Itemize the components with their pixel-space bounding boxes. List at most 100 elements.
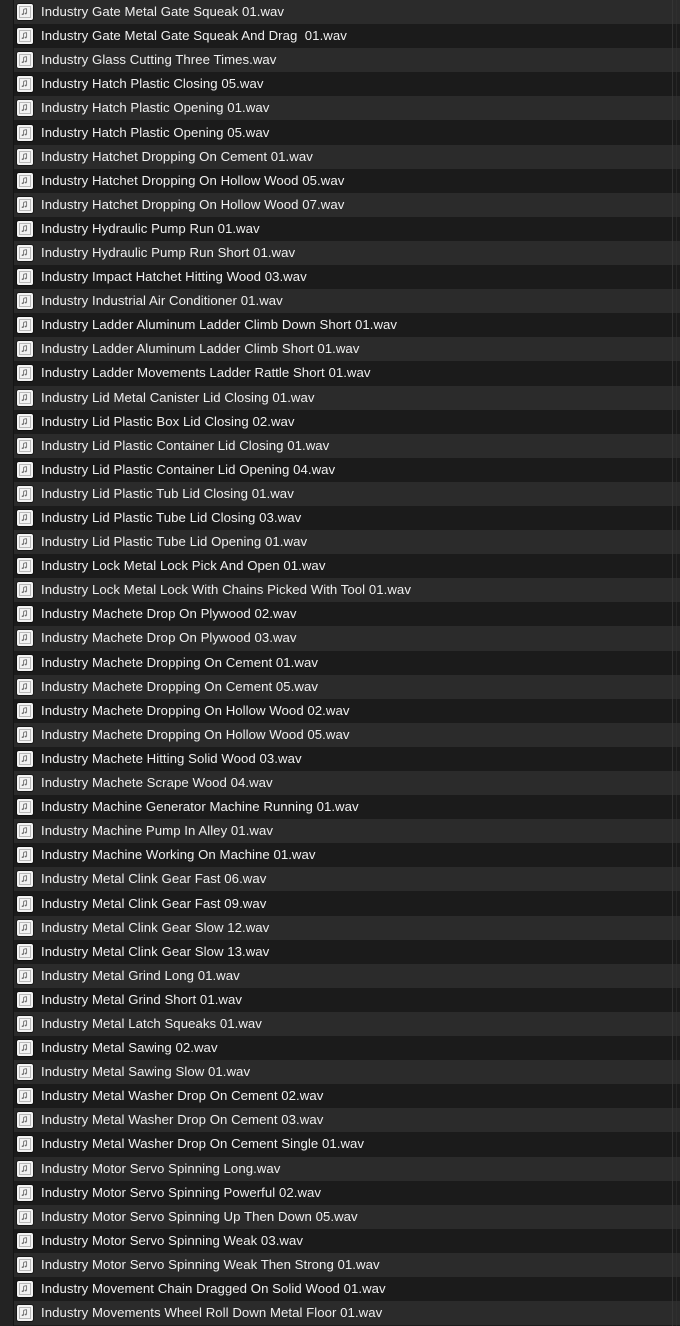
file-list-item[interactable]: Industry Metal Washer Drop On Cement 02.… bbox=[0, 1084, 680, 1109]
music-note-file-icon bbox=[17, 341, 33, 358]
file-list-item[interactable]: Industry Ladder Movements Ladder Rattle … bbox=[0, 361, 680, 386]
file-name-label: Industry Ladder Movements Ladder Rattle … bbox=[41, 365, 371, 381]
file-list-item[interactable]: Industry Lid Plastic Tube Lid Closing 03… bbox=[0, 505, 680, 531]
file-list-item[interactable]: Industry Movements Wheel Roll Down Metal… bbox=[0, 1301, 680, 1326]
file-list-item[interactable]: Industry Machete Scrape Wood 04.wav bbox=[0, 771, 680, 796]
music-note-file-icon bbox=[17, 4, 33, 21]
file-list-item[interactable]: Industry Metal Grind Long 01.wav bbox=[0, 963, 680, 988]
file-list-item[interactable]: Industry Hatchet Dropping On Hollow Wood… bbox=[0, 192, 680, 217]
music-note-file-icon bbox=[17, 895, 33, 912]
file-list-item[interactable]: Industry Gate Metal Gate Squeak 01.wav bbox=[0, 0, 680, 25]
music-note-file-icon bbox=[17, 510, 33, 527]
file-list-item[interactable]: Industry Metal Clink Gear Fast 09.wav bbox=[0, 891, 680, 916]
file-list-item[interactable]: Industry Motor Servo Spinning Weak 03.wa… bbox=[0, 1228, 680, 1253]
file-list-item[interactable]: Industry Machine Working On Machine 01.w… bbox=[0, 843, 680, 868]
music-note-file-icon bbox=[17, 967, 33, 984]
music-note-file-icon bbox=[17, 726, 33, 743]
music-note-file-icon bbox=[17, 52, 33, 69]
file-list-item[interactable]: Industry Ladder Aluminum Ladder Climb Sh… bbox=[0, 337, 680, 362]
file-list-item[interactable]: Industry Lock Metal Lock Pick And Open 0… bbox=[0, 554, 680, 579]
music-note-file-icon bbox=[17, 196, 33, 213]
file-list-item[interactable]: Industry Hydraulic Pump Run Short 01.wav bbox=[0, 240, 680, 266]
file-list-item[interactable]: Industry Metal Washer Drop On Cement 03.… bbox=[0, 1108, 680, 1133]
file-name-label: Industry Motor Servo Spinning Powerful 0… bbox=[41, 1184, 322, 1200]
music-note-file-icon bbox=[17, 1136, 33, 1153]
file-list-item[interactable]: Industry Lid Plastic Container Lid Openi… bbox=[0, 457, 680, 482]
file-name-label: Industry Lid Plastic Tube Lid Closing 03… bbox=[41, 510, 302, 526]
file-list-item[interactable]: Industry Lid Plastic Tub Lid Closing 01.… bbox=[0, 481, 680, 506]
file-list-item[interactable]: Industry Impact Hatchet Hitting Wood 03.… bbox=[0, 265, 680, 290]
file-list-item[interactable]: Industry Machete Hitting Solid Wood 03.w… bbox=[0, 746, 680, 771]
music-note-file-icon bbox=[17, 534, 33, 551]
file-list-item[interactable]: Industry Machine Pump In Alley 01.wav bbox=[0, 819, 680, 844]
music-note-file-icon bbox=[17, 1232, 33, 1249]
file-list-item[interactable]: Industry Motor Servo Spinning Up Then Do… bbox=[0, 1204, 680, 1229]
music-note-file-icon bbox=[17, 582, 33, 599]
music-note-file-icon bbox=[17, 1208, 33, 1225]
file-list-item[interactable]: Industry Machete Dropping On Hollow Wood… bbox=[0, 698, 680, 723]
file-name-label: Industry Motor Servo Spinning Long.wav bbox=[41, 1160, 281, 1176]
file-list-item[interactable]: Industry Motor Servo Spinning Weak Then … bbox=[0, 1252, 680, 1277]
file-list-item[interactable]: Industry Lid Plastic Box Lid Closing 02.… bbox=[0, 409, 680, 434]
file-list-item[interactable]: Industry Lid Metal Canister Lid Closing … bbox=[0, 385, 680, 410]
file-list-item[interactable]: Industry Motor Servo Spinning Long.wav bbox=[0, 1156, 680, 1181]
file-name-label: Industry Machete Hitting Solid Wood 03.w… bbox=[41, 750, 302, 766]
file-name-label: Industry Machete Dropping On Cement 01.w… bbox=[41, 654, 318, 670]
file-name-label: Industry Metal Clink Gear Slow 12.wav bbox=[41, 919, 270, 935]
file-list-item[interactable]: Industry Metal Clink Gear Fast 06.wav bbox=[0, 867, 680, 892]
file-list[interactable]: Industry Gate Metal Gate Squeak 01.wav In… bbox=[0, 0, 680, 1326]
music-note-file-icon bbox=[17, 799, 33, 816]
file-list-item[interactable]: Industry Machine Generator Machine Runni… bbox=[0, 795, 680, 820]
file-name-label: Industry Hydraulic Pump Run Short 01.wav bbox=[41, 244, 296, 260]
music-note-file-icon bbox=[17, 172, 33, 189]
music-note-file-icon bbox=[17, 461, 33, 478]
file-name-label: Industry Metal Clink Gear Slow 13.wav bbox=[41, 943, 270, 959]
file-list-item[interactable]: Industry Metal Latch Squeaks 01.wav bbox=[0, 1011, 680, 1037]
file-list-item[interactable]: Industry Hatch Plastic Opening 01.wav bbox=[0, 96, 680, 121]
file-list-item[interactable]: Industry Gate Metal Gate Squeak And Drag… bbox=[0, 24, 680, 49]
file-list-item[interactable]: Industry Hatch Plastic Closing 05.wav bbox=[0, 72, 680, 97]
file-list-item[interactable]: Industry Lid Plastic Container Lid Closi… bbox=[0, 433, 680, 458]
music-note-file-icon bbox=[17, 823, 33, 840]
file-list-item[interactable]: Industry Machete Dropping On Hollow Wood… bbox=[0, 722, 680, 747]
file-list-item[interactable]: Industry Hydraulic Pump Run 01.wav bbox=[0, 216, 680, 241]
file-name-label: Industry Hatch Plastic Opening 01.wav bbox=[41, 100, 270, 116]
file-list-item[interactable]: Industry Lock Metal Lock With Chains Pic… bbox=[0, 578, 680, 603]
music-note-file-icon bbox=[17, 1040, 33, 1057]
file-name-label: Industry Machine Pump In Alley 01.wav bbox=[41, 823, 274, 839]
file-list-item[interactable]: Industry Metal Sawing 02.wav bbox=[0, 1036, 680, 1061]
music-note-file-icon bbox=[17, 485, 33, 502]
file-list-item[interactable]: Industry Ladder Aluminum Ladder Climb Do… bbox=[0, 313, 680, 338]
file-list-item[interactable]: Industry Metal Clink Gear Slow 12.wav bbox=[0, 915, 680, 940]
file-name-label: Industry Lid Plastic Container Lid Openi… bbox=[41, 461, 336, 477]
file-name-label: Industry Motor Servo Spinning Up Then Do… bbox=[41, 1208, 358, 1224]
music-note-file-icon bbox=[17, 437, 33, 454]
file-list-item[interactable]: Industry Metal Grind Short 01.wav bbox=[0, 987, 680, 1012]
file-list-item[interactable]: Industry Hatchet Dropping On Cement 01.w… bbox=[0, 144, 680, 169]
file-name-label: Industry Metal Grind Short 01.wav bbox=[41, 991, 243, 1007]
music-note-file-icon bbox=[17, 847, 33, 864]
file-name-label: Industry Ladder Aluminum Ladder Climb Sh… bbox=[41, 341, 360, 357]
file-list-item[interactable]: Industry Metal Clink Gear Slow 13.wav bbox=[0, 939, 680, 964]
music-note-file-icon bbox=[17, 1064, 33, 1081]
file-list-item[interactable]: Industry Lid Plastic Tube Lid Opening 01… bbox=[0, 530, 680, 555]
file-list-item[interactable]: Industry Metal Washer Drop On Cement Sin… bbox=[0, 1132, 680, 1157]
music-note-file-icon bbox=[17, 76, 33, 93]
music-note-file-icon bbox=[17, 317, 33, 334]
file-name-label: Industry Metal Sawing Slow 01.wav bbox=[41, 1064, 251, 1080]
file-list-item[interactable]: Industry Machete Dropping On Cement 01.w… bbox=[0, 650, 680, 675]
file-list-item[interactable]: Industry Metal Sawing Slow 01.wav bbox=[0, 1060, 680, 1085]
file-list-item[interactable]: Industry Machete Dropping On Cement 05.w… bbox=[0, 674, 680, 699]
file-list-item[interactable]: Industry Movement Chain Dragged On Solid… bbox=[0, 1276, 680, 1302]
file-list-item[interactable]: Industry Hatch Plastic Opening 05.wav bbox=[0, 120, 680, 145]
file-list-item[interactable]: Industry Glass Cutting Three Times.wav bbox=[0, 48, 680, 73]
music-note-file-icon bbox=[17, 558, 33, 575]
file-list-item[interactable]: Industry Machete Drop On Plywood 02.wav bbox=[0, 602, 680, 627]
file-list-item[interactable]: Industry Motor Servo Spinning Powerful 0… bbox=[0, 1180, 680, 1205]
file-list-item[interactable]: Industry Machete Drop On Plywood 03.wav bbox=[0, 626, 680, 651]
music-note-file-icon bbox=[17, 1256, 33, 1273]
file-list-item[interactable]: Industry Industrial Air Conditioner 01.w… bbox=[0, 289, 680, 314]
file-name-label: Industry Metal Washer Drop On Cement Sin… bbox=[41, 1136, 365, 1152]
music-note-file-icon bbox=[17, 389, 33, 406]
file-list-item[interactable]: Industry Hatchet Dropping On Hollow Wood… bbox=[0, 168, 680, 193]
